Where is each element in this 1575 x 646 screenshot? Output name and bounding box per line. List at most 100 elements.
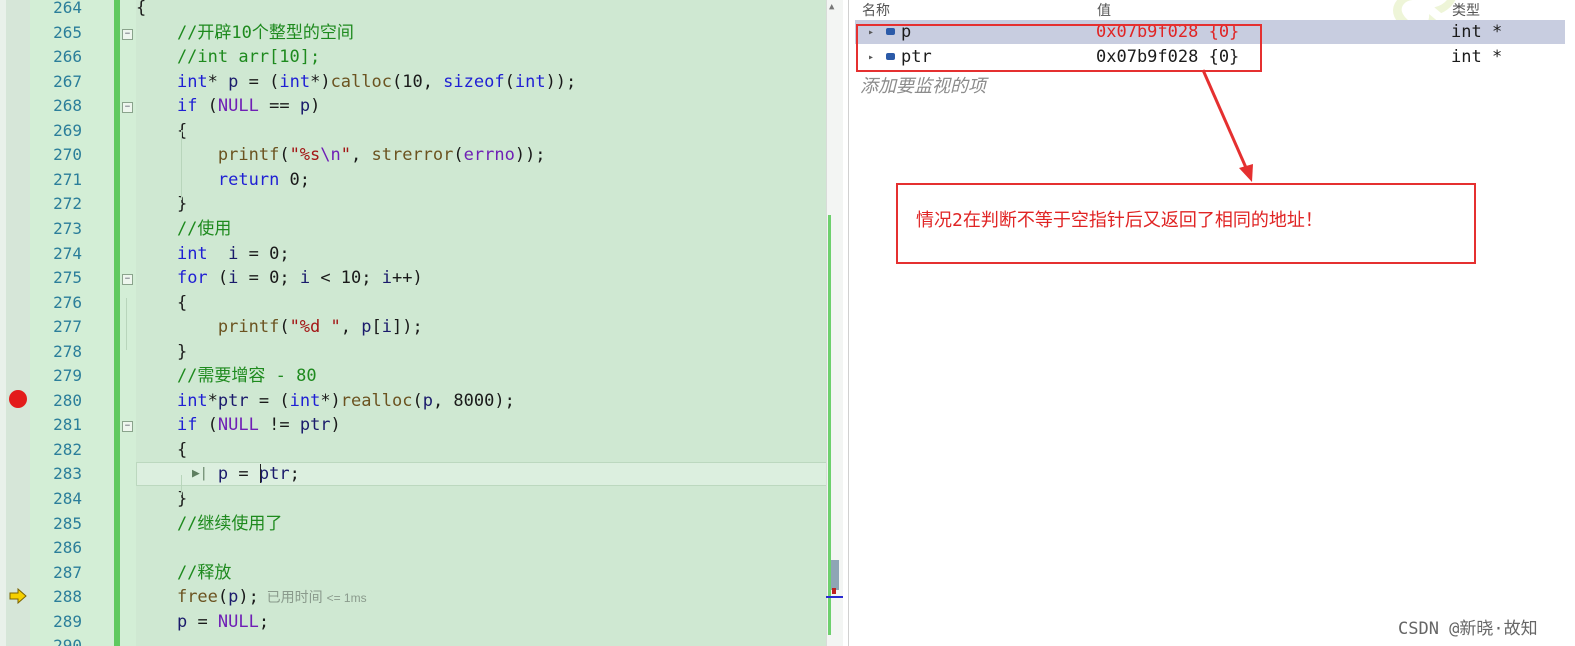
code-token: = ( [248, 390, 290, 411]
code-line[interactable]: int i = 0; [136, 242, 290, 266]
text-caret [260, 464, 261, 483]
code-line[interactable]: { [136, 119, 187, 143]
code-token: = 0; [238, 243, 290, 264]
code-token: } [136, 341, 188, 362]
line-number: 286 [53, 538, 82, 558]
code-token: int [176, 71, 208, 92]
code-line[interactable]: { [136, 438, 187, 462]
scroll-up-arrow-icon[interactable]: ▲ [829, 2, 834, 12]
line-number: 266 [53, 47, 82, 67]
scrollbar-caret-marker [826, 596, 843, 598]
column-header-name[interactable]: 名称 [862, 0, 890, 20]
add-watch-placeholder[interactable]: 添加要监视的项 [860, 72, 986, 98]
code-token: int [514, 71, 546, 92]
code-line[interactable]: } [136, 192, 187, 216]
line-number: 280 [53, 390, 82, 410]
code-line[interactable]: p = NULL; [136, 610, 269, 634]
code-token: \n [320, 145, 341, 166]
code-token: realloc [340, 390, 413, 411]
run-to-click-icon[interactable]: ▶| [192, 466, 208, 481]
watch-divider [848, 0, 849, 646]
column-header-value[interactable]: 值 [1097, 0, 1111, 20]
line-number: 283 [53, 464, 82, 484]
collapse-icon[interactable]: − [122, 274, 133, 286]
code-token: } [136, 489, 188, 509]
code-token: = [187, 611, 218, 632]
code-line[interactable]: //继续使用了 [136, 512, 282, 536]
code-token: = ( [238, 71, 280, 92]
code-token: //int arr[10]; [136, 47, 321, 68]
code-token: = 0; [238, 268, 300, 289]
code-token: NULL [217, 415, 259, 436]
line-number: 264 [53, 0, 82, 17]
code-line[interactable]: //需要增容 - 80 [136, 364, 317, 388]
line-number: 269 [53, 120, 82, 140]
code-token: = [228, 464, 259, 485]
line-number: 290 [53, 636, 82, 646]
code-editor[interactable]: { //开辟10个整型的空间 //int arr[10]; int* p = (… [0, 0, 843, 646]
code-line[interactable]: { [136, 291, 187, 315]
code-line[interactable]: return 0; [136, 168, 310, 192]
code-token: i [228, 243, 239, 264]
collapse-icon[interactable]: − [122, 421, 133, 433]
code-token: printf [217, 317, 280, 338]
code-line[interactable]: for (i = 0; i < 10; i++) [136, 266, 423, 290]
code-token: < 10; [310, 268, 382, 289]
line-number: 281 [53, 415, 82, 435]
code-line[interactable]: //开辟10个整型的空间 [136, 21, 354, 45]
code-token: ( [207, 268, 229, 289]
code-token: sizeof [443, 71, 505, 92]
line-number: 265 [53, 22, 82, 42]
collapse-icon[interactable]: − [122, 102, 133, 114]
code-line[interactable]: if (NULL != ptr) [136, 413, 341, 437]
code-token: ( [453, 145, 464, 166]
code-token: ptr [299, 415, 331, 436]
code-line[interactable]: printf("%s\n", strerror(errno)); [136, 143, 546, 167]
code-token: ( [279, 145, 290, 166]
line-number: 273 [53, 218, 82, 238]
line-number: 275 [53, 268, 82, 288]
scrollbar-breakpoint-marker [832, 588, 836, 594]
collapse-icon[interactable]: − [122, 28, 133, 40]
code-line[interactable]: } [136, 487, 187, 511]
code-token: free [176, 587, 218, 608]
code-line[interactable]: //释放 [136, 561, 231, 585]
code-line[interactable]: } [136, 340, 187, 364]
code-token: //使用 [136, 218, 232, 239]
current-statement-arrow-icon[interactable] [9, 588, 27, 604]
code-line[interactable]: free(p); 已用时间 <= 1ms [136, 585, 367, 609]
code-line[interactable]: int* p = (int*)calloc(10, sizeof(int)); [136, 70, 576, 94]
code-token: *) [310, 71, 331, 92]
column-header-type[interactable]: 类型 [1452, 0, 1480, 20]
scrollbar-thumb[interactable] [831, 560, 839, 590]
code-token: ( [197, 415, 218, 436]
outlining-margin[interactable] [120, 0, 136, 646]
code-token: ptr [217, 390, 249, 411]
code-token: int [289, 390, 321, 411]
code-token: p [217, 464, 229, 485]
line-number: 285 [53, 513, 82, 533]
line-number: 272 [53, 194, 82, 214]
code-line[interactable]: //int arr[10]; [136, 45, 320, 69]
code-token: ( [412, 390, 423, 411]
code-token: int [176, 390, 208, 411]
code-line[interactable]: //使用 [136, 217, 231, 241]
code-token: { [136, 120, 188, 141]
code-line[interactable]: int*ptr = (int*)realloc(p, 8000); [136, 389, 515, 413]
code-area[interactable]: { //开辟10个整型的空间 //int arr[10]; int* p = (… [136, 0, 826, 646]
code-line[interactable]: p = ptr; [136, 462, 300, 486]
code-line[interactable]: printf("%d ", p[i]); [136, 315, 423, 339]
breakpoint-icon[interactable] [9, 390, 27, 408]
annotation-arrow [1201, 69, 1253, 182]
breakpoint-margin[interactable] [6, 0, 30, 646]
code-line[interactable]: if (NULL == p) [136, 94, 320, 118]
code-line[interactable]: { [136, 0, 146, 20]
